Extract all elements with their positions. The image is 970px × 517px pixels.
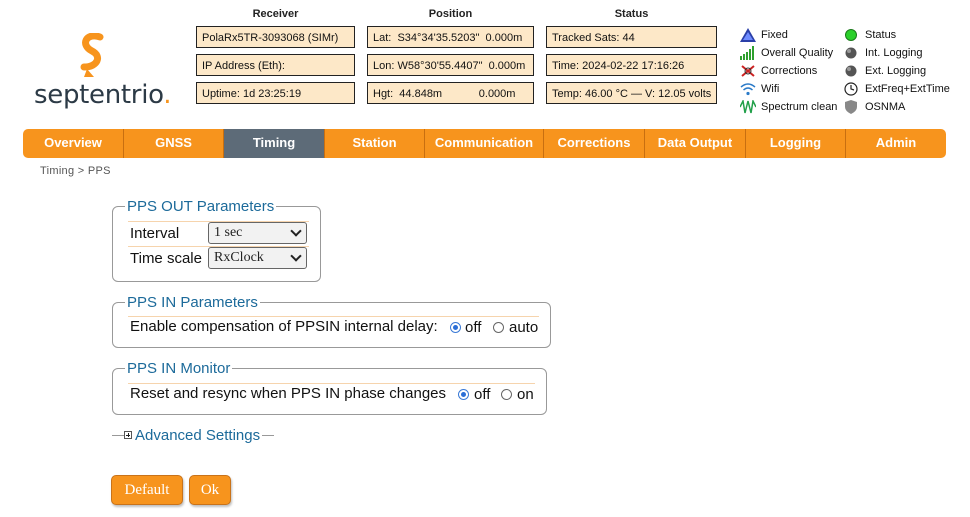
pps-out-fieldset: [112, 206, 321, 282]
timescale-label: Time scale: [130, 250, 202, 267]
tab-gnss[interactable]: GNSS: [124, 129, 224, 158]
main-nav: Overview GNSS Timing Station Communicati…: [23, 129, 946, 158]
tab-timing[interactable]: Timing: [224, 129, 325, 158]
logo-text: septentrio.: [34, 80, 172, 110]
wifi-icon: [740, 82, 756, 96]
receiver-uptime: Uptime: 1d 23:25:19: [196, 82, 355, 104]
interval-label: Interval: [130, 225, 180, 242]
tab-station[interactable]: Station: [325, 129, 425, 158]
status-led-icon: [844, 28, 860, 42]
ext-logging-icon: [844, 64, 860, 78]
legend-spectrum-clean: Spectrum clean: [739, 98, 840, 114]
legend-osnma: OSNMA: [844, 100, 950, 114]
legend-corrections: Corrections: [740, 64, 840, 78]
pps-monitor-off-radio[interactable]: [458, 389, 469, 400]
tab-data-output[interactable]: Data Output: [645, 129, 746, 158]
pps-out-legend: PPS OUT Parameters: [125, 198, 277, 215]
tab-overview[interactable]: Overview: [23, 129, 124, 158]
timescale-select[interactable]: RxClock: [208, 247, 307, 269]
fixed-triangle-icon: [740, 28, 756, 42]
advanced-line-right: [262, 435, 274, 436]
pps-in-off-radio[interactable]: [450, 322, 461, 333]
expand-plus-icon[interactable]: [124, 431, 132, 439]
signal-bars-icon: [740, 46, 756, 60]
pps-monitor-off-label[interactable]: off: [474, 386, 490, 403]
row-divider: [128, 316, 539, 317]
pps-monitor-label: Reset and resync when PPS IN phase chang…: [130, 385, 447, 402]
int-logging-icon: [844, 46, 860, 60]
status-time: Time: 2024-02-22 17:16:26: [546, 54, 717, 76]
legend-fixed: Fixed: [740, 28, 840, 42]
position-title: Position: [428, 8, 473, 20]
pps-monitor-on-radio[interactable]: [501, 389, 512, 400]
status-temp: Temp: 46.00 °C — V: 12.05 volts: [546, 82, 717, 104]
pps-in-legend: PPS IN Parameters: [125, 294, 260, 311]
legend-overall-quality: Overall Quality: [740, 46, 840, 60]
receiver-ip: IP Address (Eth):: [196, 54, 355, 76]
shield-icon: [844, 100, 860, 114]
pps-in-compensation-label: Enable compensation of PPSIN internal de…: [130, 318, 438, 335]
legend-ext-logging: Ext. Logging: [844, 64, 950, 78]
interval-select[interactable]: 1 sec: [208, 222, 307, 244]
spectrum-icon: [739, 98, 757, 114]
advanced-line-left: [112, 435, 124, 436]
corrections-icon: [740, 64, 756, 78]
receiver-title: Receiver: [252, 8, 299, 20]
chevron-down-icon: [290, 250, 302, 262]
position-lat: Lat: S34°34'35.5203" 0.000m: [367, 26, 534, 48]
clock-icon: [844, 82, 860, 96]
row-divider: [128, 383, 535, 384]
ok-button[interactable]: Ok: [189, 475, 231, 505]
position-hgt: Hgt: 44.848m 0.000m: [367, 82, 534, 104]
chevron-down-icon: [290, 225, 302, 237]
tab-logging[interactable]: Logging: [746, 129, 846, 158]
receiver-name: PolaRx5TR-3093068 (SIMr): [196, 26, 355, 48]
tab-admin[interactable]: Admin: [846, 129, 946, 158]
legend-wifi: Wifi: [740, 82, 840, 96]
status-sats: Tracked Sats: 44: [546, 26, 717, 48]
advanced-settings-toggle[interactable]: Advanced Settings: [135, 427, 260, 444]
breadcrumb: Timing > PPS: [40, 165, 111, 177]
pps-monitor-legend: PPS IN Monitor: [125, 360, 233, 377]
legend-int-logging: Int. Logging: [844, 46, 950, 60]
legend-status: Status: [844, 28, 950, 42]
default-button[interactable]: Default: [111, 475, 183, 505]
tab-corrections[interactable]: Corrections: [544, 129, 645, 158]
pps-monitor-on-label[interactable]: on: [517, 386, 534, 403]
tab-communication[interactable]: Communication: [425, 129, 544, 158]
status-title: Status: [614, 8, 649, 20]
legend-extfreq: ExtFreq+ExtTime: [844, 82, 950, 96]
pps-in-off-label[interactable]: off: [465, 319, 481, 336]
pps-in-auto-radio[interactable]: [493, 322, 504, 333]
position-lon: Lon: W58°30'55.4407" 0.000m: [367, 54, 534, 76]
logo-mark-icon: [78, 32, 106, 77]
pps-in-auto-label[interactable]: auto: [509, 319, 538, 336]
